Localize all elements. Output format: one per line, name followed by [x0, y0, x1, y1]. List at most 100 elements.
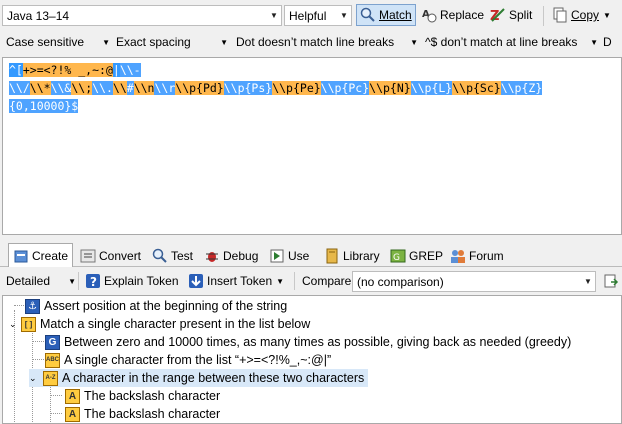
regex-token: \\r [154, 81, 176, 95]
export-button[interactable] [600, 270, 622, 292]
regex-token: \\p{N} [369, 81, 411, 95]
tree-node-range[interactable]: ⌄ A-Z A character in the range between t… [29, 369, 369, 387]
explain-token-button[interactable]: ? Explain Token [82, 270, 182, 292]
anchors-select[interactable]: ^$ don’t match at line breaks ▼ [425, 31, 598, 53]
collapse-icon: ⌄ [29, 372, 37, 383]
range-icon: A-Z [43, 370, 58, 386]
case-select[interactable]: Case sensitive ▼ [6, 31, 110, 53]
use-icon [269, 248, 285, 264]
helpful-select[interactable]: Helpful ▼ [284, 5, 352, 26]
magnifier-icon [360, 7, 376, 23]
regex-token: \\ [112, 81, 127, 95]
insert-icon [188, 273, 204, 289]
spacing-select[interactable]: Exact spacing ▼ [116, 31, 228, 53]
tree-node-backslash-1[interactable]: A The backslash character [65, 387, 220, 405]
character-icon: A [65, 406, 80, 422]
chevron-down-icon: ▼ [603, 10, 611, 20]
regex-token: \\n [133, 81, 155, 95]
chevron-down-icon: ▼ [102, 37, 110, 47]
chevron-down-icon: ▼ [584, 277, 592, 286]
tab-label: Forum [469, 249, 504, 263]
compare-label: Compare [302, 274, 352, 288]
tree-node-text: The backslash character [84, 389, 221, 403]
tree-node-text: Match a single character present in the … [40, 317, 311, 331]
compare-value: (no comparison) [357, 274, 444, 289]
more-value: D [603, 35, 612, 49]
tab-test[interactable]: Test [148, 245, 197, 267]
case-value: Case sensitive [6, 35, 85, 49]
regex-token: \\/ [9, 81, 30, 95]
regex-token: \\p{Sc} [452, 81, 501, 95]
regex-token: \\. [92, 81, 113, 95]
regex-token: +>=<?!% _,~:@ [22, 63, 113, 77]
regex-token: \\p{Pd} [175, 81, 224, 95]
tree-node-charclass[interactable]: ⌄ [ ] Match a single character present i… [9, 315, 310, 333]
chevron-down-icon: ▼ [410, 37, 418, 47]
tree-node-backslash-2[interactable]: A The backslash character [65, 405, 220, 423]
tab-grep[interactable]: G GREP [386, 245, 447, 267]
tree-node-anchor[interactable]: ⚓ Assert position at the beginning of th… [25, 297, 287, 315]
replace-label: Replace [440, 8, 485, 22]
flavor-select[interactable]: Java 13–14 ▼ [2, 5, 282, 26]
tab-label: GREP [409, 249, 444, 263]
detail-level-value: Detailed [6, 274, 51, 288]
help-icon: ? [85, 273, 101, 289]
copy-icon [552, 7, 568, 23]
tab-forum[interactable]: Forum [446, 245, 508, 267]
people-icon [450, 248, 466, 264]
chevron-down-icon: ▼ [340, 11, 348, 20]
svg-text:G: G [393, 253, 400, 263]
library-icon [324, 248, 340, 264]
more-select[interactable]: D [603, 31, 622, 53]
compare-label-wrap: Compare [302, 270, 351, 292]
regex-token: \\- [119, 63, 141, 77]
svg-text:?: ? [90, 275, 97, 289]
literal-icon: ABC [45, 352, 60, 368]
regex-token: \\& [50, 81, 72, 95]
tree-node-text: Assert position at the beginning of the … [44, 299, 288, 313]
tree-node-quantifier[interactable]: G Between zero and 10000 times, as many … [45, 333, 571, 351]
convert-icon [80, 248, 96, 264]
tab-convert[interactable]: Convert [76, 245, 145, 267]
replace-button[interactable]: A Replace [418, 4, 487, 26]
tree-line [32, 359, 44, 360]
match-button[interactable]: Match [356, 4, 416, 26]
replace-icon: A [421, 7, 437, 23]
insert-token-label: Insert Token [207, 274, 273, 288]
dot-select[interactable]: Dot doesn’t match line breaks ▼ [236, 31, 418, 53]
match-label: Match [379, 8, 412, 22]
detail-level-select[interactable]: Detailed ▼ [6, 270, 76, 292]
spacing-value: Exact spacing [116, 35, 191, 49]
split-button[interactable]: Z Split [487, 4, 535, 26]
compare-select[interactable]: (no comparison) ▼ [352, 271, 596, 292]
tab-create[interactable]: Create [8, 243, 74, 267]
tab-label: Create [32, 248, 69, 263]
regex-line-2: \\/\\*\\&\\;\\.\\#\\n\\r\\p{Pd}\\p{Ps}\\… [9, 79, 621, 97]
chevron-down-icon: ▼ [270, 11, 278, 20]
regex-token: \\p{L} [410, 81, 453, 95]
insert-token-button[interactable]: Insert Token ▼ [185, 270, 287, 292]
regex-tree[interactable]: ⚓ Assert position at the beginning of th… [2, 295, 622, 424]
tab-label: Library [343, 249, 380, 263]
toolbar-separator [543, 6, 544, 26]
tab-use[interactable]: Use [265, 245, 313, 267]
regex-line-3: {0,10000}$ [9, 97, 621, 115]
character-icon: A [65, 388, 80, 404]
tab-debug[interactable]: Debug [200, 245, 262, 267]
helpful-value: Helpful [289, 8, 327, 23]
explain-token-label: Explain Token [104, 274, 179, 288]
tab-label: Convert [99, 249, 142, 263]
regex-token: \\p{Pe} [272, 81, 321, 95]
regex-editor[interactable]: ^[+>=<?!% _,~:@|\\- \\/\\*\\&\\;\\.\\#\\… [2, 57, 622, 235]
bug-icon [204, 248, 220, 264]
tree-line [32, 341, 44, 342]
split-icon: Z [490, 7, 506, 24]
tree-line [50, 413, 62, 414]
tab-library[interactable]: Library [320, 245, 384, 267]
tree-node-text: Between zero and 10000 times, as many ti… [64, 335, 572, 349]
copy-button[interactable]: Copy ▼ [549, 4, 614, 26]
tree-node-literal-list[interactable]: ABC A single character from the list “+>… [45, 351, 331, 369]
chevron-down-icon: ▼ [68, 276, 76, 286]
regex-quantifier: {0,10000}$ [9, 99, 79, 113]
chevron-down-icon: ▼ [220, 37, 228, 47]
